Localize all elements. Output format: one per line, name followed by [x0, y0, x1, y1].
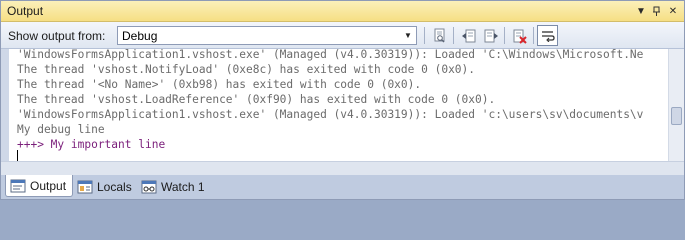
horizontal-scrollbar[interactable] — [1, 161, 684, 175]
watch-icon — [141, 180, 157, 194]
find-in-code-icon — [434, 28, 445, 43]
chevron-down-icon[interactable]: ▼ — [400, 27, 416, 44]
go-to-previous-icon — [461, 29, 475, 42]
window-title: Output — [7, 4, 44, 18]
vertical-scrollbar[interactable] — [668, 49, 684, 161]
output-line-debug: My debug line — [17, 123, 105, 136]
output-line-important: +++> My important line — [17, 138, 166, 151]
word-wrap-icon — [541, 30, 555, 42]
tab-watch-1[interactable]: Watch 1 — [137, 177, 211, 197]
output-line: The thread 'vshost.LoadReference' (0xf90… — [17, 93, 496, 106]
window-menu-dropdown-icon[interactable]: ▼ — [633, 3, 649, 19]
output-text-area[interactable]: 'WindowsFormsApplication1.vshost.exe' (M… — [9, 49, 668, 161]
toolbar-separator — [533, 27, 534, 44]
title-bar[interactable]: Output ▼ ✕ — [1, 1, 684, 22]
output-line: The thread 'vshost.NotifyLoad' (0xe8c) h… — [17, 63, 476, 76]
tab-output[interactable]: Output — [5, 175, 74, 197]
tab-label: Locals — [97, 180, 132, 194]
tab-locals[interactable]: Locals — [73, 177, 138, 197]
scrollbar-thumb[interactable] — [671, 107, 682, 125]
output-line: 'WindowsFormsApplication1.vshost.exe' (M… — [17, 49, 644, 61]
find-message-in-code-button[interactable] — [429, 25, 450, 46]
tab-label: Output — [30, 178, 67, 193]
clear-all-icon — [513, 29, 527, 44]
close-icon[interactable]: ✕ — [665, 3, 681, 19]
text-caret — [17, 150, 18, 161]
toggle-word-wrap-button[interactable] — [537, 25, 558, 46]
next-message-button[interactable] — [480, 25, 501, 46]
output-source-value: Debug — [122, 29, 158, 43]
toolbar-separator — [504, 27, 505, 44]
toolbar-separator — [453, 27, 454, 44]
output-line: 'WindowsFormsApplication1.vshost.exe' (M… — [17, 108, 644, 121]
output-source-select[interactable]: Debug ▼ — [117, 26, 417, 45]
locals-icon — [77, 180, 93, 194]
pin-icon[interactable] — [649, 3, 665, 19]
tab-label: Watch 1 — [161, 180, 205, 194]
show-output-from-label: Show output from: — [8, 29, 106, 43]
previous-message-button[interactable] — [458, 25, 479, 46]
output-icon — [10, 179, 26, 192]
go-to-next-icon — [484, 29, 498, 42]
output-toolbar: Show output from: Debug ▼ — [1, 22, 684, 49]
output-line: The thread '<No Name>' (0xb98) has exite… — [17, 78, 422, 91]
toolbar-separator — [424, 27, 425, 44]
output-window: Output ▼ ✕ Show output from: Debug ▼ 'Wi… — [0, 0, 685, 200]
clear-all-button[interactable] — [509, 25, 530, 46]
tool-window-tabs: Output Locals Watch 1 — [1, 175, 684, 199]
